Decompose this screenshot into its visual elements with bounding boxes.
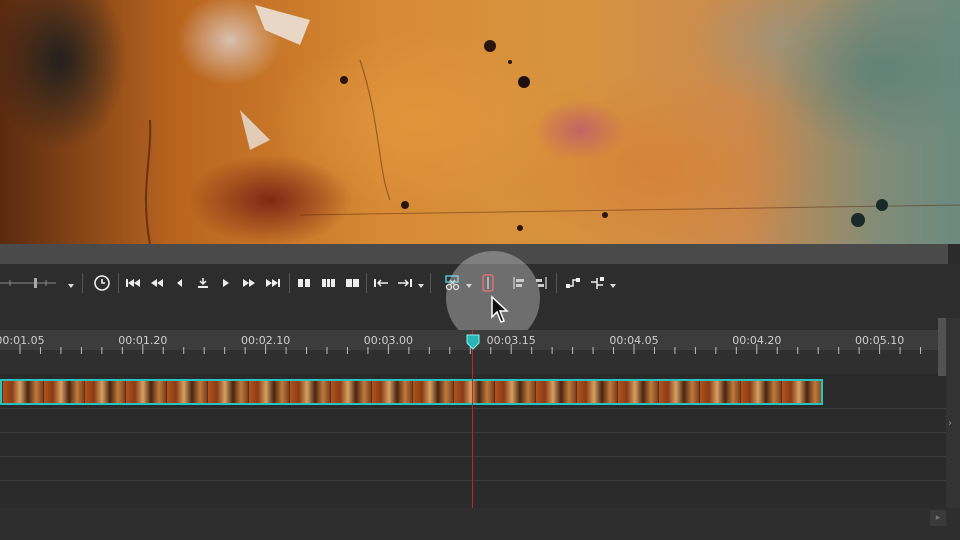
bottom-bar	[0, 508, 960, 540]
clip-frame-divider	[207, 381, 208, 403]
clip-frame-divider	[617, 381, 618, 403]
step-back-button[interactable]	[170, 270, 190, 296]
track-row[interactable]	[0, 432, 946, 455]
go-to-start-icon	[126, 279, 140, 287]
clip-frame-divider	[658, 381, 659, 403]
clip-frame-divider	[248, 381, 249, 403]
preview-texture	[145, 5, 960, 244]
clip-frame-divider	[453, 381, 454, 403]
go-to-end-button[interactable]	[262, 270, 284, 296]
set-out-icon	[398, 279, 412, 287]
align-split-icon	[536, 277, 547, 289]
zoom-slider[interactable]	[0, 270, 66, 296]
zoom-slider-icon	[0, 278, 56, 288]
play-icon	[223, 279, 229, 287]
divider	[366, 273, 367, 293]
clip-frame-divider	[740, 381, 741, 403]
group-icon	[566, 278, 580, 288]
clip-frame-divider	[494, 381, 495, 403]
divider	[82, 273, 83, 293]
clip-frame-divider	[412, 381, 413, 403]
fast-forward-icon	[243, 279, 255, 287]
fast-forward-button[interactable]	[238, 270, 260, 296]
set-in-icon	[374, 279, 388, 287]
expand-arrow-icon[interactable]: ›	[948, 418, 952, 429]
clip-frame-divider	[781, 381, 782, 403]
divider	[430, 273, 431, 293]
timeline-tracks	[0, 374, 946, 504]
scissors-button[interactable]	[442, 270, 464, 296]
cut-button[interactable]	[342, 270, 364, 296]
clock-icon	[94, 275, 110, 291]
clip-frame-divider	[289, 381, 290, 403]
playhead-handle-icon[interactable]	[466, 334, 480, 350]
clip-frame-divider	[2, 381, 3, 403]
corner-button[interactable]: ▸	[930, 510, 946, 526]
scissors-icon	[445, 275, 460, 291]
align-left-icon	[513, 277, 524, 289]
set-out-button[interactable]	[394, 270, 416, 296]
timeline-toolbar	[0, 270, 640, 296]
clip-frame-divider	[822, 381, 823, 403]
set-in-button[interactable]	[370, 270, 392, 296]
preview-horizontal-scrollbar[interactable]	[0, 244, 948, 264]
go-to-start-button[interactable]	[122, 270, 144, 296]
go-to-end-icon	[266, 279, 280, 287]
track-row[interactable]	[0, 408, 946, 431]
clip-frame-divider	[166, 381, 167, 403]
chevron-down-icon[interactable]	[418, 284, 424, 288]
align-split-button[interactable]	[530, 270, 552, 296]
chevron-down-icon[interactable]	[466, 284, 472, 288]
rewind-button[interactable]	[146, 270, 168, 296]
step-back-icon	[177, 279, 182, 287]
clip-frame-divider	[330, 381, 331, 403]
clip-frame-divider	[125, 381, 126, 403]
split-icon	[298, 279, 310, 287]
divider	[289, 273, 290, 293]
play-button[interactable]	[216, 270, 236, 296]
divider	[556, 273, 557, 293]
ungroup-button[interactable]	[586, 270, 608, 296]
stop-icon	[198, 278, 208, 288]
clip-frame-divider	[576, 381, 577, 403]
playhead-line	[472, 330, 473, 508]
align-left-button[interactable]	[508, 270, 530, 296]
split-button[interactable]	[294, 270, 316, 296]
group-button[interactable]	[562, 270, 584, 296]
chevron-down-icon[interactable]	[610, 284, 616, 288]
stop-button[interactable]	[192, 270, 214, 296]
clip-frame-divider	[371, 381, 372, 403]
marker-button[interactable]	[478, 270, 498, 296]
snap-toggle-button[interactable]	[90, 270, 114, 296]
timeline-vertical-scrollbar[interactable]	[946, 318, 960, 540]
track-row[interactable]	[0, 480, 946, 503]
rewind-icon	[151, 279, 163, 287]
trim-icon	[322, 279, 335, 287]
clip-frame-divider	[84, 381, 85, 403]
video-clip[interactable]	[0, 379, 823, 405]
clip-frame-divider	[43, 381, 44, 403]
clip-frame-divider	[535, 381, 536, 403]
clip-frame-divider	[699, 381, 700, 403]
ungroup-icon	[591, 277, 604, 289]
trim-button[interactable]	[318, 270, 340, 296]
divider	[118, 273, 119, 293]
chevron-down-icon[interactable]	[68, 284, 74, 288]
track-row[interactable]	[0, 456, 946, 479]
cut-icon	[346, 279, 359, 287]
marker-icon	[482, 274, 494, 292]
scrollbar-thumb[interactable]	[938, 318, 946, 376]
video-preview	[0, 0, 960, 244]
